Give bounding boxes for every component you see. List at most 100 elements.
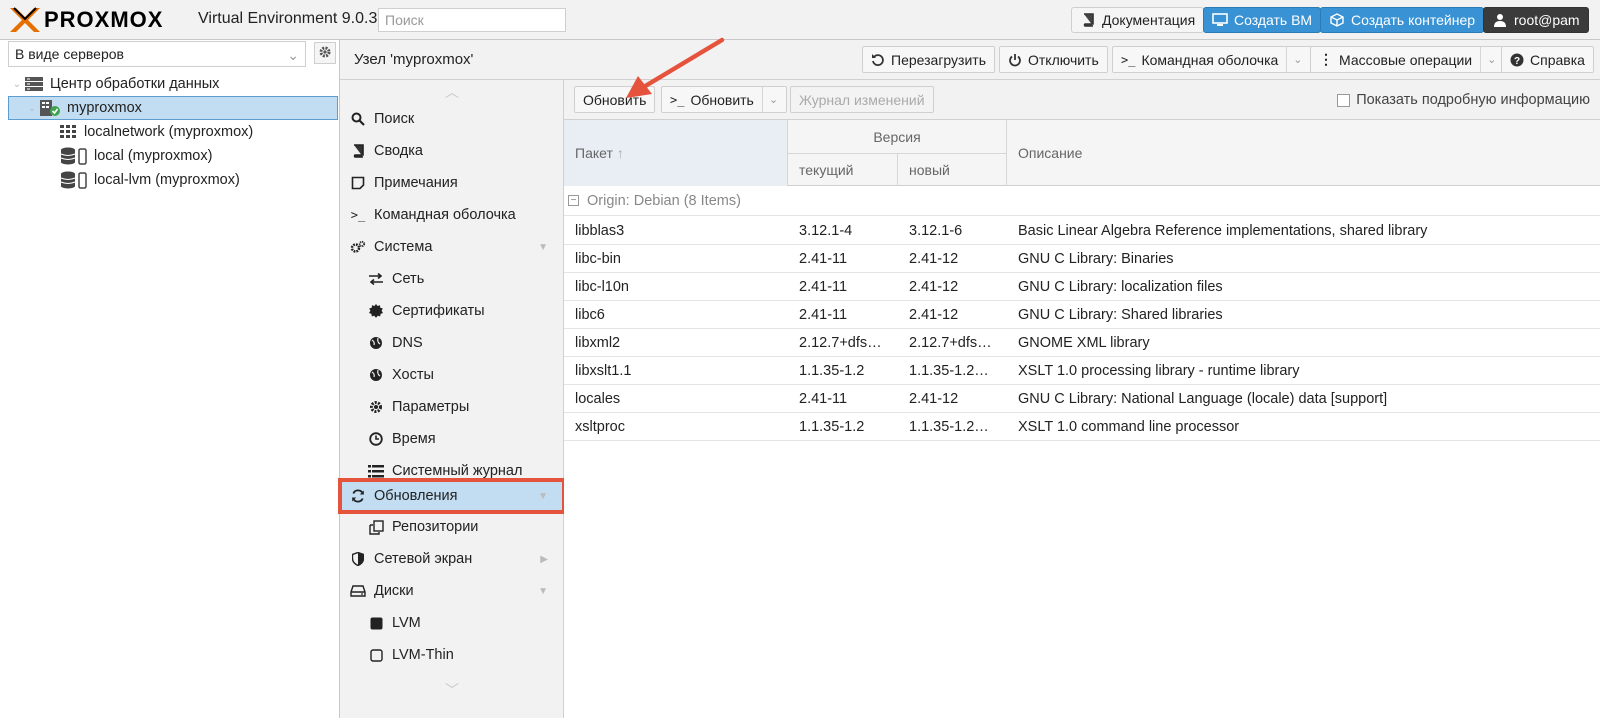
chevron-down-icon[interactable]: ⌄ bbox=[1480, 47, 1496, 72]
nav-item-dns[interactable]: DNS bbox=[340, 328, 564, 358]
tree-item-node[interactable]: ⌄ myproxmox bbox=[8, 96, 338, 120]
changelog-button[interactable]: Журнал изменений bbox=[790, 86, 934, 113]
notes-icon bbox=[348, 176, 368, 190]
nav-item-label: Сеть bbox=[392, 271, 425, 287]
chevron-down-icon[interactable]: ⌄ bbox=[761, 87, 778, 112]
cogs-icon bbox=[348, 240, 368, 254]
gear-icon bbox=[318, 45, 332, 62]
cell-package: libblas3 bbox=[575, 223, 625, 239]
chevron-down-icon[interactable]: ▼ bbox=[538, 491, 548, 502]
reboot-button[interactable]: Перезагрузить bbox=[862, 46, 995, 73]
table-row[interactable]: libc-bin 2.41-11 2.41-12 GNU C Library: … bbox=[564, 245, 1600, 273]
shell-button[interactable]: >_ Командная оболочка ⌄ bbox=[1112, 46, 1312, 73]
docs-button[interactable]: Документация bbox=[1071, 7, 1205, 33]
chevron-down-icon[interactable]: ⌄ bbox=[10, 79, 24, 90]
changelog-label: Журнал изменений bbox=[799, 91, 925, 108]
tree-item-local[interactable]: local (myproxmox) bbox=[8, 144, 338, 168]
nav-item-hosts[interactable]: Хосты bbox=[340, 360, 564, 390]
tree-item-datacenter[interactable]: ⌄ Центр обработки данных bbox=[8, 72, 338, 96]
header-divider bbox=[788, 153, 1006, 154]
undo-icon bbox=[871, 53, 885, 67]
column-header-package[interactable]: Пакет ↑ bbox=[564, 120, 787, 186]
cell-description: XSLT 1.0 command line processor bbox=[1018, 419, 1240, 435]
create-ct-button[interactable]: Создать контейнер bbox=[1320, 7, 1485, 33]
chevron-down-icon[interactable]: ⌄ bbox=[25, 103, 39, 114]
cell-new-version: 2.41-12 bbox=[909, 307, 959, 323]
table-row[interactable]: libblas3 3.12.1-4 3.12.1-6 Basic Linear … bbox=[564, 217, 1600, 245]
cell-description: Basic Linear Algebra Reference implement… bbox=[1018, 223, 1428, 239]
logo-text: PROXMOX bbox=[44, 7, 164, 32]
column-divider bbox=[1006, 120, 1007, 186]
cell-package: xsltproc bbox=[575, 419, 625, 435]
scroll-up-icon[interactable]: ︿ bbox=[340, 82, 564, 102]
shutdown-label: Отключить bbox=[1028, 51, 1099, 68]
chevron-down-icon[interactable]: ▼ bbox=[538, 242, 548, 253]
certificate-icon bbox=[366, 304, 386, 318]
shutdown-button[interactable]: Отключить bbox=[999, 46, 1108, 73]
terminal-icon: >_ bbox=[1121, 52, 1136, 67]
cell-description: XSLT 1.0 processing library - runtime li… bbox=[1018, 363, 1300, 379]
tree-item-localnetwork[interactable]: localnetwork (myproxmox) bbox=[8, 120, 338, 144]
nav-item-system[interactable]: Система ▼ bbox=[340, 232, 564, 262]
nav-item-certificates[interactable]: Сертификаты bbox=[340, 296, 564, 326]
nav-item-lvm[interactable]: LVM bbox=[340, 608, 564, 638]
version-label: Virtual Environment 9.0.3 bbox=[198, 10, 378, 27]
create-ct-label: Создать контейнер bbox=[1351, 12, 1476, 28]
user-menu-button[interactable]: root@pam bbox=[1483, 7, 1589, 33]
cell-new-version: 2.41-12 bbox=[909, 279, 959, 295]
create-vm-button[interactable]: Создать ВМ bbox=[1203, 7, 1322, 33]
table-row[interactable]: libxslt1.1 1.1.35-1.2 1.1.35-1.2… XSLT 1… bbox=[564, 357, 1600, 385]
cell-current-version: 2.41-11 bbox=[799, 307, 848, 323]
collapse-icon[interactable]: − bbox=[568, 195, 579, 206]
show-details-checkbox[interactable]: Показать подробную информацию bbox=[1337, 92, 1590, 108]
group-header-row[interactable]: − Origin: Debian (8 Items) bbox=[564, 186, 1600, 216]
cell-current-version: 2.41-11 bbox=[799, 279, 848, 295]
view-select[interactable]: В виде серверов ⌄ bbox=[8, 41, 306, 67]
nav-item-time[interactable]: Время bbox=[340, 424, 564, 454]
nav-item-notes[interactable]: Примечания bbox=[340, 168, 564, 198]
search-input[interactable]: Поиск bbox=[378, 8, 566, 32]
nav-item-updates[interactable]: Обновления ▼ bbox=[338, 478, 566, 514]
column-header-current[interactable]: текущий bbox=[788, 153, 897, 186]
bulk-label: Массовые операции bbox=[1339, 51, 1473, 68]
column-header-description[interactable]: Описание bbox=[1007, 120, 1600, 186]
nav-item-lvm-thin[interactable]: LVM-Thin bbox=[340, 640, 564, 670]
nav-item-summary[interactable]: Сводка bbox=[340, 136, 564, 166]
help-button[interactable]: ? Справка bbox=[1501, 46, 1594, 73]
nav-item-network[interactable]: Сеть bbox=[340, 264, 564, 294]
table-row[interactable]: xsltproc 1.1.35-1.2 1.1.35-1.2… XSLT 1.0… bbox=[564, 413, 1600, 441]
network-icon bbox=[60, 125, 78, 139]
resource-tree: ⌄ Центр обработки данных ⌄ myproxmox loc… bbox=[8, 72, 338, 192]
nav-item-repositories[interactable]: Репозитории bbox=[340, 512, 564, 542]
table-row[interactable]: libxml2 2.12.7+dfs… 2.12.7+dfs… GNOME XM… bbox=[564, 329, 1600, 357]
user-icon bbox=[1492, 13, 1508, 27]
view-select-value: В виде серверов bbox=[15, 46, 124, 62]
tree-settings-button[interactable] bbox=[314, 42, 336, 64]
chevron-down-icon[interactable]: ⌄ bbox=[1286, 47, 1303, 72]
table-row[interactable]: libc-l10n 2.41-11 2.41-12 GNU C Library:… bbox=[564, 273, 1600, 301]
table-row[interactable]: locales 2.41-11 2.41-12 GNU C Library: N… bbox=[564, 385, 1600, 413]
checkbox-box[interactable] bbox=[1337, 93, 1351, 107]
cell-new-version: 1.1.35-1.2… bbox=[909, 419, 989, 435]
column-header-new[interactable]: новый bbox=[898, 153, 1006, 186]
nav-item-search[interactable]: Поиск bbox=[340, 104, 564, 134]
storage-icon bbox=[60, 147, 88, 165]
globe-icon bbox=[366, 336, 386, 350]
nav-item-disks[interactable]: Диски ▼ bbox=[340, 576, 564, 606]
proxmox-logo[interactable]: PROXMOX bbox=[8, 6, 163, 34]
cell-current-version: 2.41-11 bbox=[799, 391, 848, 407]
cell-package: libxml2 bbox=[575, 335, 621, 351]
chevron-right-icon[interactable]: ▶ bbox=[540, 554, 548, 565]
help-label: Справка bbox=[1530, 51, 1585, 68]
scroll-down-icon[interactable]: ﹀ bbox=[340, 680, 564, 700]
nav-item-shell[interactable]: >_ Командная оболочка bbox=[340, 200, 564, 230]
refresh-icon bbox=[348, 489, 368, 503]
cell-new-version: 2.41-12 bbox=[909, 251, 959, 267]
square-icon bbox=[366, 617, 386, 630]
chevron-down-icon[interactable]: ▼ bbox=[538, 586, 548, 597]
bulk-actions-button[interactable]: ⋮ Массовые операции ⌄ bbox=[1310, 46, 1506, 73]
nav-item-options[interactable]: Параметры bbox=[340, 392, 564, 422]
nav-item-firewall[interactable]: Сетевой экран ▶ bbox=[340, 544, 564, 574]
tree-item-local-lvm[interactable]: local-lvm (myproxmox) bbox=[8, 168, 338, 192]
table-row[interactable]: libc6 2.41-11 2.41-12 GNU C Library: Sha… bbox=[564, 301, 1600, 329]
